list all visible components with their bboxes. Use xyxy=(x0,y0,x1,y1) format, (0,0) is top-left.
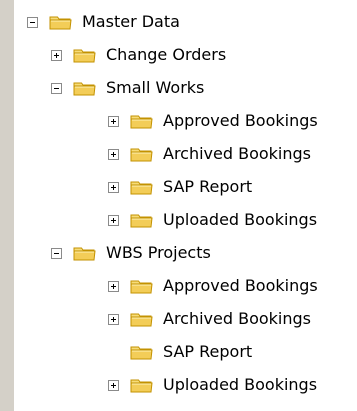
collapse-icon[interactable] xyxy=(27,16,38,28)
tree-node-label: Approved Bookings xyxy=(163,111,318,130)
tree-node-small-works-approved-bookings[interactable]: Approved Bookings xyxy=(108,104,318,138)
tree-node-small-works-sap-report[interactable]: SAP Report xyxy=(108,170,252,204)
tree-node-label: SAP Report xyxy=(163,342,253,361)
expand-icon[interactable] xyxy=(108,214,119,226)
expand-icon[interactable] xyxy=(108,181,119,193)
tree-node-label: Approved Bookings xyxy=(163,276,318,295)
folder-icon xyxy=(130,214,153,228)
folder-icon xyxy=(130,115,153,129)
expand-icon[interactable] xyxy=(108,313,119,325)
collapse-icon[interactable] xyxy=(51,247,62,259)
tree-node-label: Archived Bookings xyxy=(163,144,312,163)
tree-node-change-orders[interactable]: Change Orders xyxy=(51,38,226,72)
expand-icon[interactable] xyxy=(108,148,119,160)
expand-icon[interactable] xyxy=(108,379,119,391)
tree-node-label: Uploaded Bookings xyxy=(163,210,318,229)
folder-icon xyxy=(130,148,153,162)
tree-node-wbs-uploaded-bookings[interactable]: Uploaded Bookings xyxy=(108,368,317,402)
folder-icon xyxy=(130,379,153,393)
tree-node-label: Master Data xyxy=(82,12,180,31)
folder-tree: Master Data Change Orders Small Works Ap… xyxy=(14,0,357,411)
tree-node-label: SAP Report xyxy=(163,177,253,196)
tree-node-wbs-approved-bookings[interactable]: Approved Bookings xyxy=(108,269,318,303)
expand-icon[interactable] xyxy=(51,49,62,61)
tree-node-label: Small Works xyxy=(106,78,205,97)
expand-icon[interactable] xyxy=(108,115,119,127)
tree-node-label: Change Orders xyxy=(106,45,227,64)
tree-node-wbs-sap-report[interactable]: SAP Report xyxy=(130,335,252,369)
tree-node-wbs-projects[interactable]: WBS Projects xyxy=(51,236,211,270)
folder-icon xyxy=(130,346,153,360)
tree-node-master-data[interactable]: Master Data xyxy=(27,5,180,39)
tree-node-wbs-archived-bookings[interactable]: Archived Bookings xyxy=(108,302,311,336)
tree-node-label: Archived Bookings xyxy=(163,309,312,328)
folder-icon xyxy=(49,16,72,30)
tree-node-small-works[interactable]: Small Works xyxy=(51,71,204,105)
window-edge-strip xyxy=(0,0,14,411)
folder-icon xyxy=(130,280,153,294)
tree-node-label: WBS Projects xyxy=(106,243,211,262)
folder-icon xyxy=(73,82,96,96)
tree-node-label: Uploaded Bookings xyxy=(163,375,318,394)
folder-icon xyxy=(130,181,153,195)
tree-node-small-works-archived-bookings[interactable]: Archived Bookings xyxy=(108,137,311,171)
folder-icon xyxy=(130,313,153,327)
tree-node-small-works-uploaded-bookings[interactable]: Uploaded Bookings xyxy=(108,203,317,237)
folder-icon xyxy=(73,247,96,261)
collapse-icon[interactable] xyxy=(51,82,62,94)
expand-icon[interactable] xyxy=(108,280,119,292)
folder-icon xyxy=(73,49,96,63)
